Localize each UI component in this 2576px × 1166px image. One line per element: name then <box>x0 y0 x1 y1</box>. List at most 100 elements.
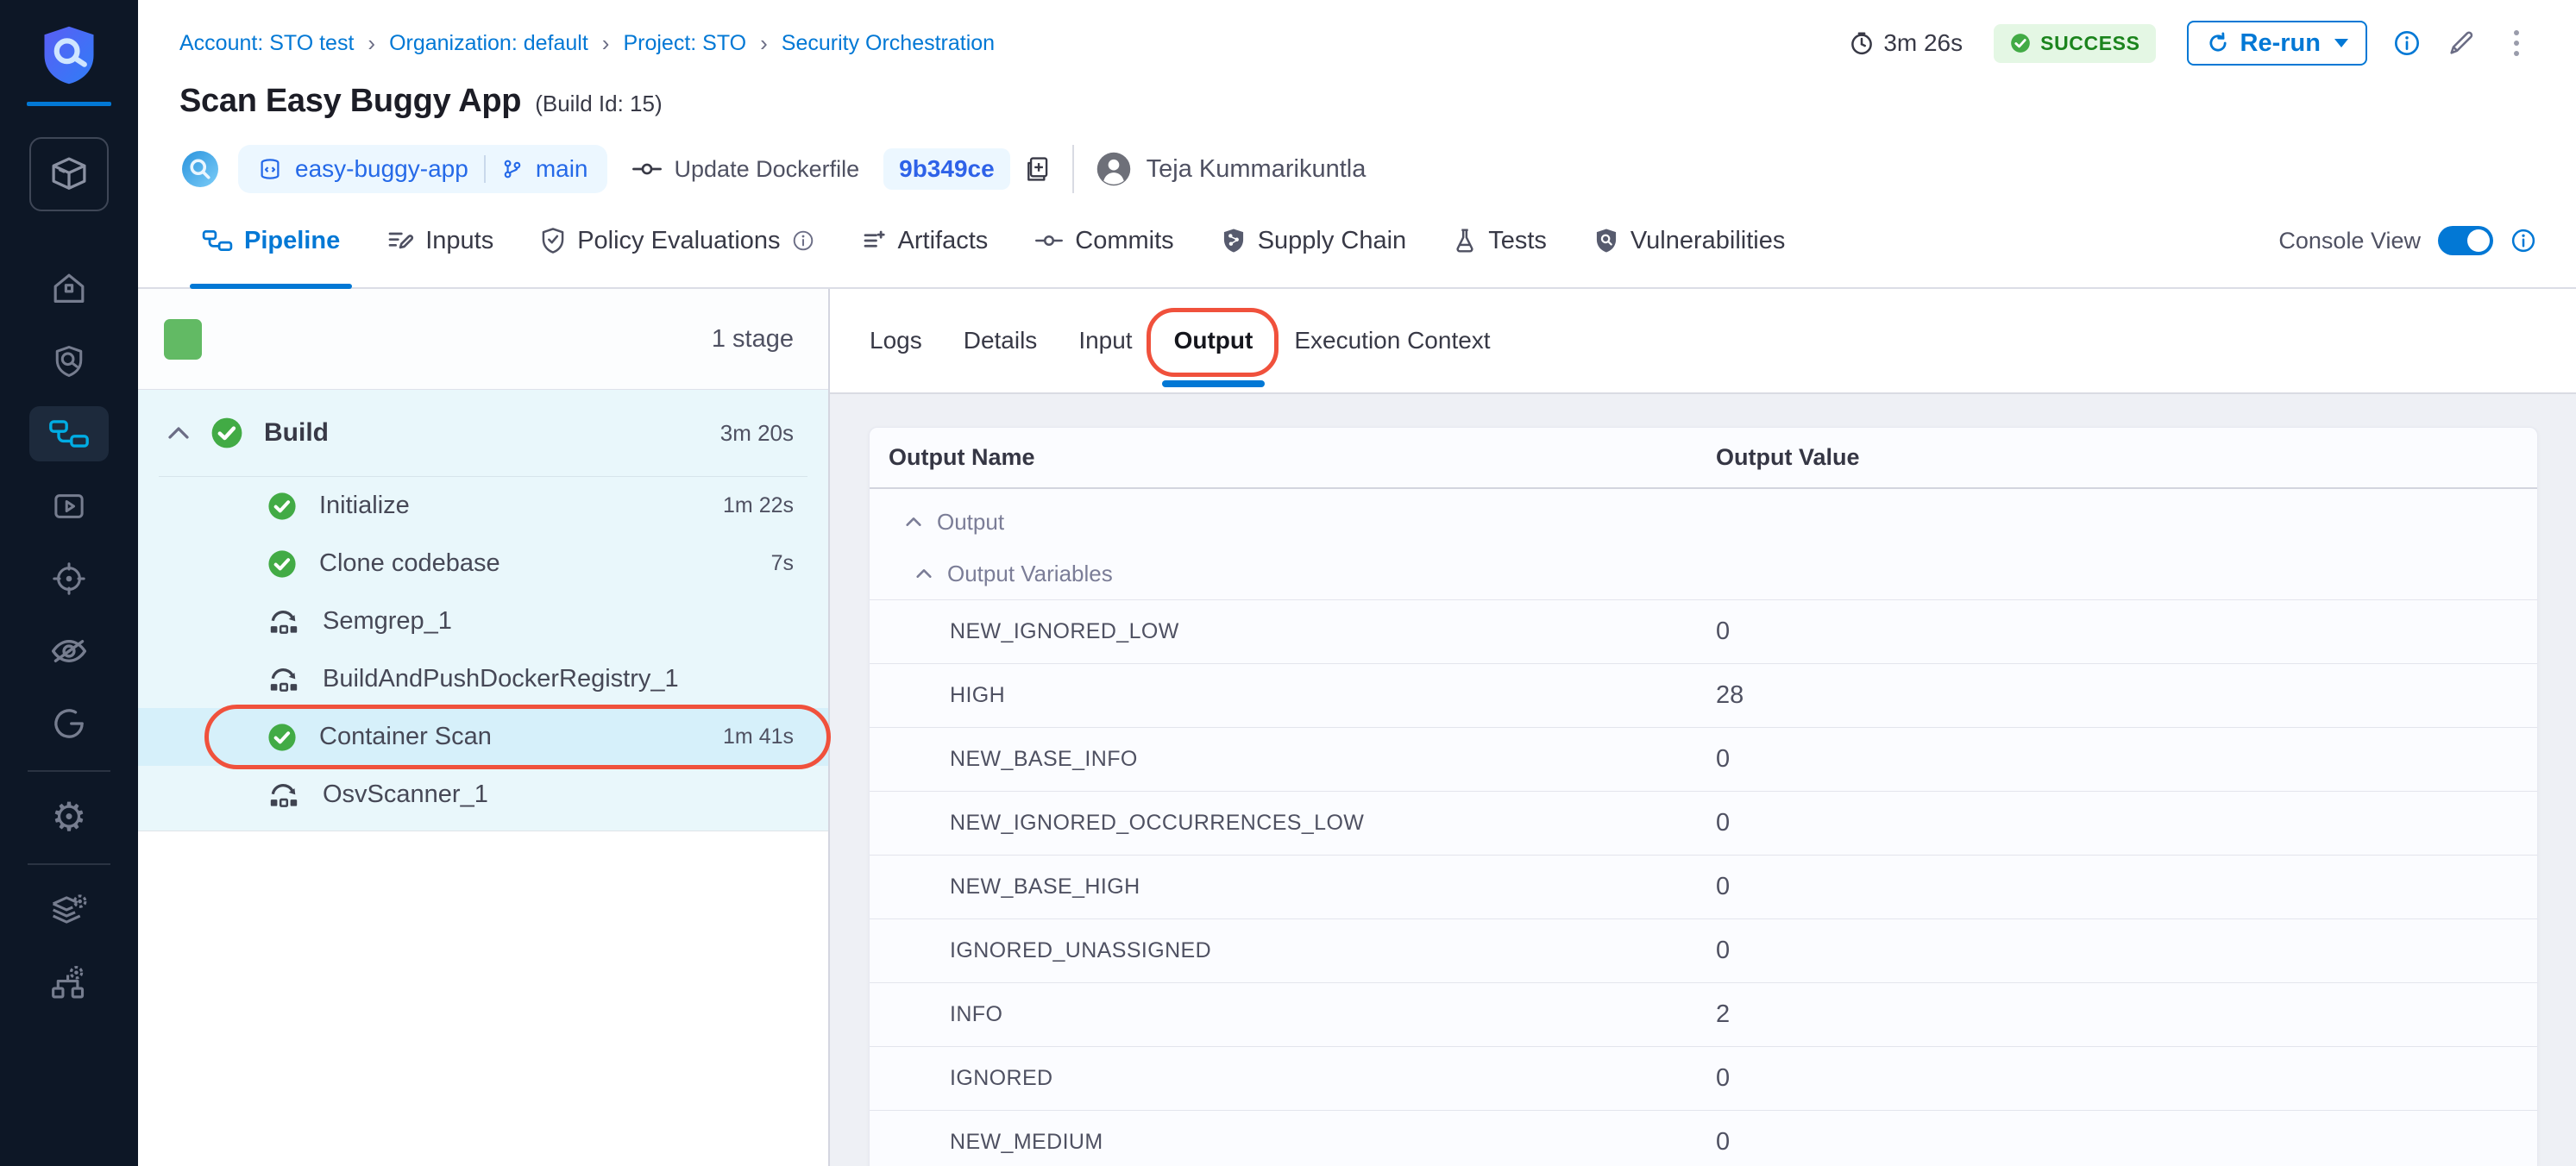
chevron-up-icon[interactable] <box>166 424 192 442</box>
more-options-button[interactable] <box>2505 27 2528 60</box>
nav-targets[interactable] <box>29 551 109 606</box>
tab-label: Inputs <box>425 227 493 255</box>
group-label: Output <box>937 509 1004 536</box>
variable-value: 0 <box>1716 937 2537 965</box>
org-structure-gear-icon <box>48 962 90 1003</box>
tab-policy-evaluations[interactable]: Policy Evaluations <box>540 194 814 287</box>
console-view-toggle[interactable] <box>2438 226 2493 255</box>
nav-exemptions[interactable] <box>29 624 109 679</box>
info-icon <box>2393 29 2421 57</box>
step-name: Semgrep_1 <box>323 607 452 636</box>
eye-off-icon <box>48 633 90 669</box>
execution-header: Account: STO test › Organization: defaul… <box>138 0 2576 194</box>
commit-message[interactable]: Update Dockerfile <box>675 156 860 183</box>
step-row[interactable]: OsvScanner_1 <box>138 766 828 824</box>
tab-label: Policy Evaluations <box>577 227 780 255</box>
step-duration: 1m 41s <box>723 724 794 749</box>
step-name: BuildAndPushDockerRegistry_1 <box>323 665 679 693</box>
logo-divider <box>27 102 111 106</box>
tab-supply-chain[interactable]: Supply Chain <box>1221 194 1407 287</box>
tab-output[interactable]: Output <box>1174 289 1253 392</box>
output-variables-group-row[interactable]: Output Variables <box>870 548 2537 599</box>
nav-executions[interactable] <box>29 479 109 534</box>
output-variable-row: HIGH 28 <box>870 663 2537 727</box>
edit-pipeline-button[interactable] <box>2447 28 2476 58</box>
check-circle-icon <box>210 417 243 449</box>
rerun-label: Re-run <box>2240 29 2321 58</box>
stage-graph-header: 1 stage <box>138 289 828 390</box>
nav-organizations[interactable] <box>29 955 109 1010</box>
nav-home[interactable] <box>29 261 109 317</box>
step-row[interactable]: Semgrep_1 <box>138 592 828 650</box>
author-name: Teja Kummarikuntla <box>1147 155 1367 184</box>
breadcrumb-project[interactable]: Project: STO <box>623 31 746 56</box>
step-row[interactable]: Container Scan 1m 41s <box>138 708 828 766</box>
variable-name: NEW_IGNORED_LOW <box>870 619 1716 644</box>
tab-inputs[interactable]: Inputs <box>386 194 493 287</box>
nav-default-settings[interactable] <box>29 882 109 937</box>
repo-branch-pill[interactable]: easy-buggy-app main <box>238 145 607 193</box>
duration-text: 3m 26s <box>1883 29 1963 57</box>
variable-name: NEW_MEDIUM <box>870 1130 1716 1155</box>
stage-row-build[interactable]: Build 3m 20s <box>138 390 828 476</box>
nav-get-started[interactable] <box>29 696 109 751</box>
copy-sha-button[interactable] <box>1022 154 1052 185</box>
output-tab-content: Output Name Output Value Output Outpu <box>830 394 2576 1166</box>
step-name: OsvScanner_1 <box>323 780 488 809</box>
tab-logs[interactable]: Logs <box>870 289 922 392</box>
target-icon <box>50 560 88 598</box>
step-row[interactable]: Initialize 1m 22s <box>138 477 828 535</box>
variable-value: 2 <box>1716 1000 2537 1029</box>
breadcrumb-account[interactable]: Account: STO test <box>179 31 354 56</box>
tab-tests[interactable]: Tests <box>1453 194 1547 287</box>
breadcrumb-module[interactable]: Security Orchestration <box>782 31 995 56</box>
stage-name: Build <box>264 418 329 448</box>
tab-commits[interactable]: Commits <box>1034 194 1173 287</box>
step-row[interactable]: Clone codebase 7s <box>138 535 828 592</box>
check-circle-icon <box>2009 32 2032 54</box>
tab-input[interactable]: Input <box>1078 289 1132 392</box>
step-row[interactable]: BuildAndPushDockerRegistry_1 <box>138 650 828 708</box>
nav-scans[interactable] <box>29 334 109 389</box>
execution-tabbar: Pipeline Inputs Policy Evaluations <box>138 194 2576 289</box>
tab-details[interactable]: Details <box>964 289 1038 392</box>
chevron-up-icon <box>904 516 923 528</box>
tab-label: Artifacts <box>898 227 989 255</box>
info-icon[interactable] <box>2510 228 2536 254</box>
column-output-name: Output Name <box>870 444 1716 471</box>
check-circle-icon <box>267 492 297 521</box>
breadcrumb-separator: › <box>368 30 375 57</box>
user-avatar <box>1095 150 1133 188</box>
stage-status-square[interactable] <box>164 319 202 360</box>
left-nav-rail: ⚙ <box>0 0 138 1166</box>
step-detail-tabs: Logs Details Input Output Execution Cont… <box>830 289 2576 394</box>
output-group-row[interactable]: Output <box>870 496 2537 548</box>
copy-icon <box>1022 154 1052 185</box>
git-branch-icon <box>501 158 524 180</box>
play-box-icon <box>50 487 88 525</box>
nav-project-settings[interactable]: ⚙ <box>29 789 109 844</box>
check-circle-icon <box>267 549 297 579</box>
variable-value: 0 <box>1716 1128 2537 1157</box>
tab-vulnerabilities[interactable]: Vulnerabilities <box>1593 194 1785 287</box>
stage-duration: 3m 20s <box>720 420 794 447</box>
chevron-up-icon <box>914 567 933 580</box>
output-variable-row: NEW_IGNORED_OCCURRENCES_LOW 0 <box>870 791 2537 855</box>
commit-sha-pill[interactable]: 9b349ce <box>883 148 1010 190</box>
tab-pipeline[interactable]: Pipeline <box>202 194 340 287</box>
rerun-button[interactable]: Re-run <box>2187 21 2367 66</box>
check-circle-icon <box>267 723 297 752</box>
commit-sha: 9b349ce <box>899 155 995 183</box>
info-button[interactable] <box>2393 29 2421 57</box>
output-variable-row: NEW_IGNORED_LOW 0 <box>870 599 2537 663</box>
tab-execution-context[interactable]: Execution Context <box>1294 289 1490 392</box>
step-name: Initialize <box>319 492 410 520</box>
breadcrumb-organization[interactable]: Organization: default <box>389 31 588 56</box>
pill-divider <box>484 155 486 183</box>
nav-pipelines[interactable] <box>29 406 109 461</box>
tab-artifacts[interactable]: Artifacts <box>861 194 989 287</box>
output-table-header: Output Name Output Value <box>870 428 2537 489</box>
shield-search-icon <box>50 342 88 380</box>
module-selector-button[interactable] <box>29 137 109 211</box>
sto-shield-logo-icon[interactable] <box>35 21 104 90</box>
